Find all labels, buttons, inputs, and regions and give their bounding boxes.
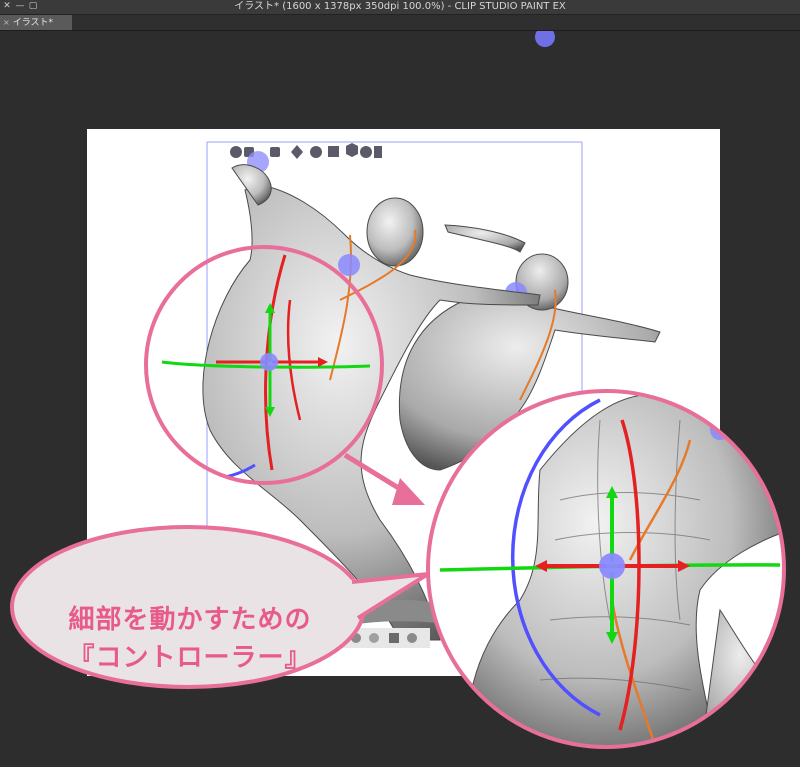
window-controls: ✕ — ▢ bbox=[2, 1, 38, 11]
callout-line-1: 細部を動かすための bbox=[68, 605, 312, 635]
close-window-button[interactable]: ✕ bbox=[2, 1, 12, 11]
rotate-icon[interactable] bbox=[310, 146, 322, 158]
light-icon[interactable] bbox=[369, 633, 379, 643]
canvas-area[interactable]: 細部を動かすための 『コントローラー』 bbox=[0, 31, 800, 767]
window-title: イラスト* (1600 x 1378px 350dpi 100.0%) - CL… bbox=[234, 1, 566, 12]
tab-close-icon[interactable]: × bbox=[3, 18, 10, 27]
callout-line-2: 『コントローラー』 bbox=[68, 643, 312, 673]
document-tab-bar: × イラスト* bbox=[0, 15, 800, 31]
maximize-window-button[interactable]: ▢ bbox=[28, 1, 38, 11]
callout-text: 細部を動かすための 『コントローラー』 bbox=[30, 601, 350, 677]
tab-illustration[interactable]: × イラスト* bbox=[0, 15, 72, 30]
settings-icon[interactable] bbox=[389, 633, 399, 643]
gizmo-center-handle[interactable] bbox=[260, 353, 278, 371]
move-camera-icon[interactable] bbox=[230, 146, 242, 158]
minimize-window-button[interactable]: — bbox=[15, 1, 25, 11]
reset-icon[interactable] bbox=[374, 146, 382, 158]
anchor-icon[interactable] bbox=[407, 633, 417, 643]
align-icon[interactable] bbox=[328, 146, 339, 157]
zoom-icon[interactable] bbox=[270, 147, 280, 157]
cube-icon[interactable] bbox=[346, 143, 358, 157]
tab-label: イラスト* bbox=[12, 18, 54, 28]
gizmo-zoom-view bbox=[426, 389, 786, 749]
window-titlebar: ✕ — ▢ イラスト* (1600 x 1378px 350dpi 100.0%… bbox=[0, 0, 800, 15]
pose-icon[interactable] bbox=[360, 146, 372, 158]
joint-handle-dot[interactable] bbox=[535, 31, 555, 47]
zoom-gizmo-center-handle[interactable] bbox=[599, 553, 625, 579]
